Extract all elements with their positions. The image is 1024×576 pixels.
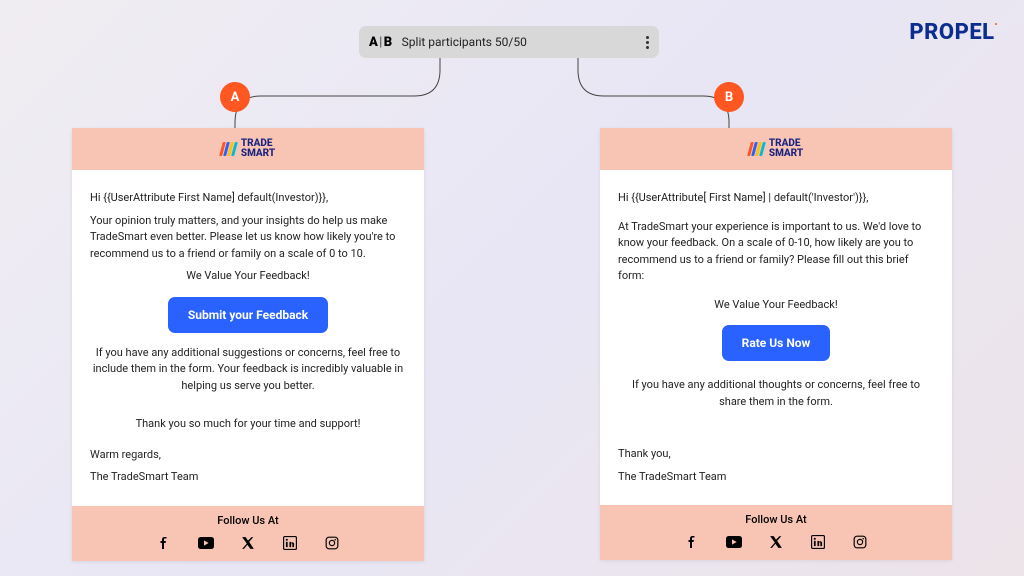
- intro-paragraph: At TradeSmart your experience is importa…: [618, 219, 934, 285]
- email-header: TRADESMART: [600, 128, 952, 170]
- instagram-icon[interactable]: [852, 534, 868, 550]
- facebook-icon[interactable]: [684, 534, 700, 550]
- linkedin-icon[interactable]: [810, 534, 826, 550]
- x-icon[interactable]: [240, 535, 256, 551]
- thanks-line: Thank you so much for your time and supp…: [90, 416, 406, 433]
- additional-paragraph: If you have any additional suggestions o…: [90, 345, 406, 395]
- value-line: We Value Your Feedback!: [90, 268, 406, 285]
- x-icon[interactable]: [768, 534, 784, 550]
- variant-a-badge: A: [220, 82, 250, 112]
- greeting: Hi {{UserAttribute First Name] default(I…: [90, 190, 406, 207]
- additional-paragraph: If you have any additional thoughts or c…: [618, 377, 934, 410]
- follow-label: Follow Us At: [600, 513, 952, 526]
- rate-us-button[interactable]: Rate Us Now: [722, 325, 831, 361]
- linkedin-icon[interactable]: [282, 535, 298, 551]
- thanks-line: Thank you,: [618, 446, 934, 463]
- tradesmart-logo: TRADESMART: [221, 139, 275, 159]
- youtube-icon[interactable]: [726, 534, 742, 550]
- email-footer: Follow Us At: [72, 506, 424, 561]
- variant-b-badge: B: [714, 82, 744, 112]
- email-footer: Follow Us At: [600, 505, 952, 560]
- email-body: Hi {{UserAttribute First Name] default(I…: [72, 170, 424, 506]
- tradesmart-logo: TRADESMART: [749, 139, 803, 159]
- youtube-icon[interactable]: [198, 535, 214, 551]
- intro-paragraph: Your opinion truly matters, and your ins…: [90, 213, 406, 263]
- greeting: Hi {{UserAttribute[ First Name] | defaul…: [618, 190, 934, 207]
- email-card-b: TRADESMART Hi {{UserAttribute[ First Nam…: [600, 128, 952, 560]
- split-test-bar[interactable]: A|B Split participants 50/50: [359, 26, 659, 58]
- connector-lines: [0, 58, 1024, 138]
- email-body: Hi {{UserAttribute[ First Name] | defaul…: [600, 170, 952, 505]
- team-signature: The TradeSmart Team: [618, 469, 934, 486]
- ab-icon: A|B: [369, 35, 392, 50]
- email-card-a: TRADESMART Hi {{UserAttribute First Name…: [72, 128, 424, 561]
- facebook-icon[interactable]: [156, 535, 172, 551]
- regards: Warm regards,: [90, 447, 406, 464]
- propel-logo: PROPEL•: [909, 20, 998, 45]
- follow-label: Follow Us At: [72, 514, 424, 527]
- more-icon[interactable]: [646, 36, 649, 49]
- email-header: TRADESMART: [72, 128, 424, 170]
- team-signature: The TradeSmart Team: [90, 469, 406, 486]
- submit-feedback-button[interactable]: Submit your Feedback: [168, 297, 328, 333]
- instagram-icon[interactable]: [324, 535, 340, 551]
- value-line: We Value Your Feedback!: [618, 297, 934, 314]
- split-label: Split participants 50/50: [402, 35, 646, 49]
